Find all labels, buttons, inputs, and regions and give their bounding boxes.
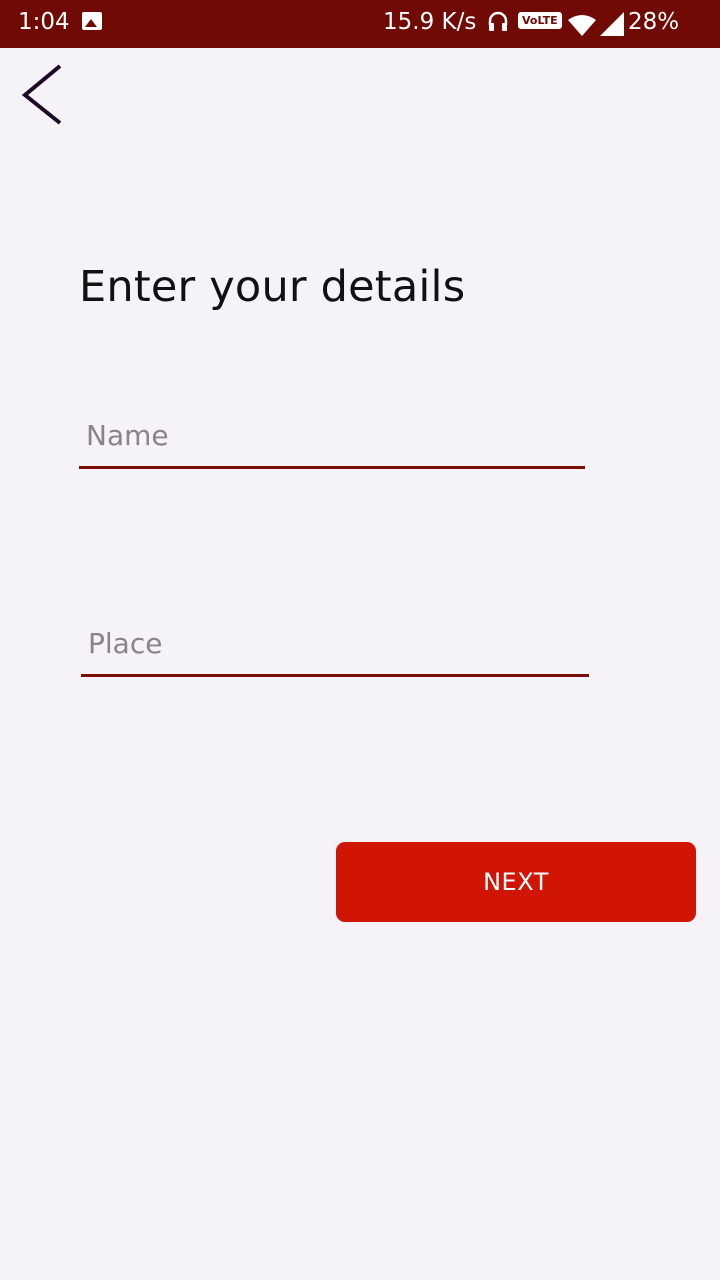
status-bar: 1:04 15.9 K/s VoLTE 28% xyxy=(0,0,720,48)
signal-icon xyxy=(568,12,624,36)
page-title: Enter your details xyxy=(79,262,466,312)
name-input[interactable] xyxy=(79,412,585,458)
status-time: 1:04 xyxy=(18,9,70,35)
headset-icon xyxy=(488,11,508,31)
network-speed: 15.9 K/s xyxy=(383,9,477,35)
place-underline xyxy=(81,674,589,677)
image-icon xyxy=(82,12,102,30)
volte-icon: VoLTE xyxy=(518,12,562,29)
place-input[interactable] xyxy=(81,620,589,666)
battery-percentage: 28% xyxy=(628,9,680,35)
name-underline xyxy=(79,466,585,469)
chevron-left-icon xyxy=(21,64,62,125)
back-button[interactable] xyxy=(18,62,70,128)
name-field xyxy=(79,412,585,469)
place-field xyxy=(81,620,589,677)
next-button[interactable]: NEXT xyxy=(336,842,696,922)
